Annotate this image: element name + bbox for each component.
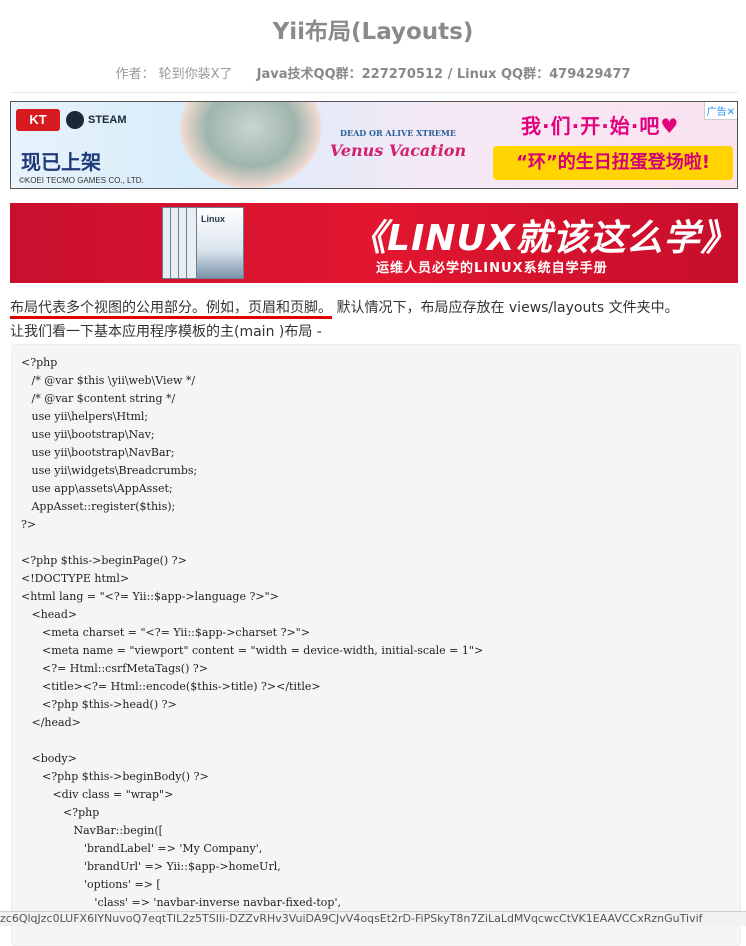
game-logo-top: DEAD OR ALIVE XTREME: [340, 128, 456, 138]
game-logo: DEAD OR ALIVE XTREME Venus Vacation: [323, 124, 473, 168]
ad-slogan: 我·们·开·始·吧♥: [521, 114, 680, 138]
author-label: 作者： 轮到你装X了: [115, 67, 233, 82]
article-meta: 作者： 轮到你装X了 Java技术QQ群：227270512 / Linux Q…: [0, 63, 746, 82]
game-ad-banner[interactable]: KT STEAM 现已上架 ©KOEI TECMO GAMES CO., LTD…: [10, 101, 738, 189]
koei-tecmo-logo: KT: [16, 109, 60, 131]
code-block[interactable]: <?php /* @var $this \yii\web\View */ /* …: [11, 344, 741, 946]
code-text: <?php /* @var $this \yii\web\View */ /* …: [21, 356, 484, 909]
linux-book-ad-banner[interactable]: 《LINUX就该这么学》 运维人员必学的LINUX系统自学手册: [10, 203, 738, 283]
on-sale-text: 现已上架: [21, 150, 101, 174]
game-logo-main: Venus Vacation: [329, 141, 467, 160]
steam-icon: [66, 111, 84, 130]
ad-headline: 《LINUX就该这么学》: [350, 218, 738, 259]
qq-groups: Java技术QQ群：227270512 / Linux QQ群：47942947…: [256, 67, 631, 82]
ad-close-button[interactable]: 广告✕: [703, 102, 737, 120]
book-stack-image: [162, 205, 244, 279]
ad-subline: 运维人员必学的LINUX系统自学手册: [376, 261, 608, 276]
page-title: Yii布局(Layouts): [272, 19, 474, 45]
intro-line-2: 让我们看一下基本应用程序模板的主(main )布局 -: [10, 324, 322, 340]
steam-logo: STEAM: [66, 109, 127, 131]
status-url-bar: zc6QlqJzc0LUFX6IYNuvoQ7eqtTIL2z5TSIIi-DZ…: [0, 911, 746, 926]
book-cover: [196, 207, 244, 279]
intro-paragraph: 布局代表多个视图的公用部分。例如，页眉和页脚。 默认情况下，布局应存放在 vie…: [10, 296, 738, 344]
copyright-text: ©KOEI TECMO GAMES CO., LTD.: [19, 176, 144, 185]
character-image: [181, 102, 321, 188]
highlighted-definition: 布局代表多个视图的公用部分。例如，页眉和页脚。: [10, 300, 332, 319]
intro-rest: 默认情况下，布局应存放在 views/layouts 文件夹中。: [332, 300, 679, 316]
steam-label: STEAM: [88, 114, 127, 126]
ad-promo: “环”的生日扭蛋登场啦!: [493, 146, 733, 180]
divider: [10, 92, 738, 93]
